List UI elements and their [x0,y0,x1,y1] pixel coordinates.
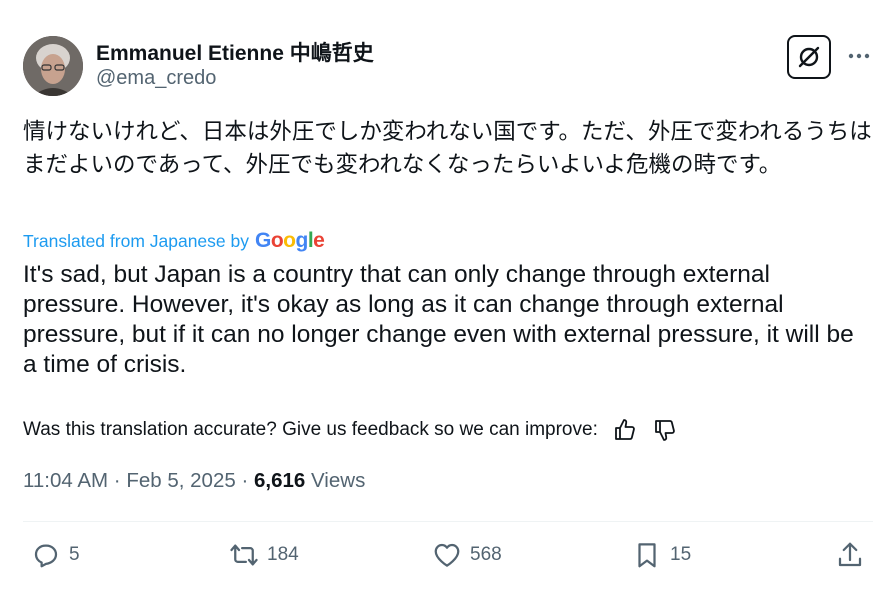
grok-button[interactable] [787,35,831,79]
thumbs-down-icon [654,420,675,441]
meta-separator: · [113,469,121,492]
thumbs-up-icon [614,419,635,440]
retweet-button[interactable]: 184 [229,540,299,570]
tweet-translated-text: It's sad, but Japan is a country that ca… [23,261,854,378]
reply-count: 5 [69,544,80,565]
like-button[interactable]: 568 [432,540,502,570]
author-handle[interactable]: @ema_credo [96,67,216,90]
bookmark-icon [638,543,656,568]
tweet-time[interactable]: 11:04 AM [23,469,108,492]
reply-icon [34,544,58,568]
translated-label: Translated from Japanese by [23,230,249,251]
thumbs-up-button[interactable] [612,417,638,443]
retweet-icon [230,544,258,566]
bookmark-button[interactable]: 15 [632,540,691,570]
meta-separator: · [241,469,249,492]
avatar[interactable] [23,36,83,96]
author-name[interactable]: Emmanuel Etienne 中嶋哲史 [96,37,374,67]
bookmark-count: 15 [670,544,692,565]
translation-feedback: Was this translation accurate? Give us f… [23,417,678,443]
google-logo: Google [255,229,325,252]
tweet-date[interactable]: Feb 5, 2025 [126,469,235,492]
views-count: 6,616 [253,469,306,492]
thumbs-down-button[interactable] [652,417,678,443]
more-icon [848,53,870,59]
like-icon [434,543,460,567]
feedback-prompt: Was this translation accurate? Give us f… [23,419,598,440]
share-button[interactable] [835,540,873,570]
reply-button[interactable]: 5 [31,540,80,570]
translation-attribution[interactable]: Translated from Japanese by Google [23,229,325,253]
like-count: 568 [470,544,502,565]
tweet-meta: 11:04 AM · Feb 5, 2025 · 6,616 Views [23,469,365,493]
divider [23,521,873,522]
views-label: Views [311,469,366,492]
retweet-count: 184 [267,544,299,565]
share-icon [838,542,862,567]
more-button[interactable] [846,43,872,69]
grok-icon [798,46,820,68]
tweet-original-text: 情けないけれど、日本は外圧でしか変われない国です。ただ、外圧で変われるうちはまだ… [23,119,872,178]
